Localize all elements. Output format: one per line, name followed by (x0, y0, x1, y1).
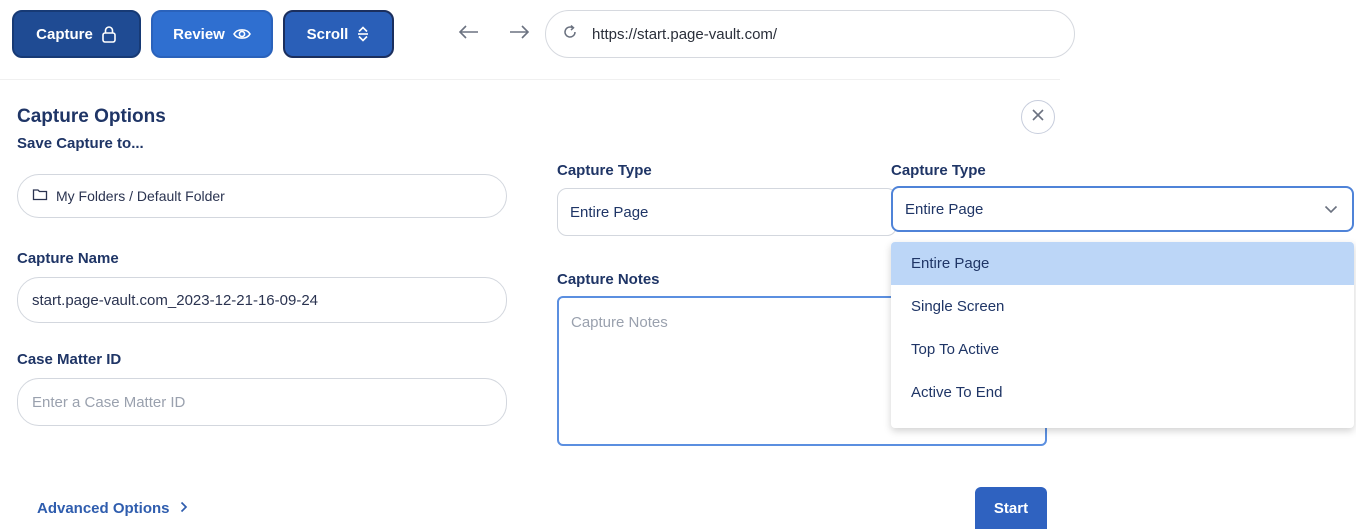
top-toolbar: Capture Review Scroll https://start.page… (0, 0, 1075, 80)
save-to-label: Save Capture to... (17, 135, 144, 152)
close-icon (1031, 108, 1045, 127)
page-title: Capture Options (17, 106, 166, 127)
capture-name-value: start.page-vault.com_2023-12-21-16-09-24 (32, 291, 319, 309)
capture-type-label: Capture Type (557, 162, 652, 179)
chevron-right-icon (180, 500, 188, 517)
dropdown-selected-value: Entire Page (905, 200, 984, 218)
option-single-screen[interactable]: Single Screen (891, 285, 1354, 328)
reload-icon[interactable] (562, 24, 578, 45)
eye-icon (232, 27, 251, 41)
case-matter-label: Case Matter ID (17, 351, 122, 368)
forward-button[interactable] (505, 20, 533, 48)
capture-type-options: Entire Page Single Screen Top To Active … (891, 242, 1354, 428)
review-button-label: Review (173, 25, 225, 43)
back-button[interactable] (455, 20, 483, 48)
advanced-options-link[interactable]: Advanced Options (37, 500, 188, 517)
case-matter-placeholder: Enter a Case Matter ID (32, 393, 186, 411)
capture-name-input[interactable]: start.page-vault.com_2023-12-21-16-09-24 (17, 277, 507, 323)
review-button[interactable]: Review (151, 10, 273, 58)
url-text: https://start.page-vault.com/ (592, 25, 778, 43)
arrow-right-icon (508, 24, 530, 45)
capture-notes-label: Capture Notes (557, 271, 660, 288)
arrow-left-icon (458, 24, 480, 45)
folder-icon (32, 188, 48, 204)
option-active-to-end[interactable]: Active To End (891, 371, 1354, 414)
case-matter-input[interactable]: Enter a Case Matter ID (17, 378, 507, 426)
address-bar[interactable]: https://start.page-vault.com/ (545, 10, 1075, 58)
chevron-down-icon (1324, 201, 1338, 218)
option-top-to-active[interactable]: Top To Active (891, 328, 1354, 371)
start-button-label: Start (993, 499, 1029, 517)
advanced-options-label: Advanced Options (37, 500, 170, 517)
scroll-button-label: Scroll (306, 25, 349, 43)
capture-button[interactable]: Capture (12, 10, 141, 58)
lock-icon (101, 25, 117, 43)
capture-notes-placeholder: Capture Notes (571, 314, 668, 331)
start-button[interactable]: Start (975, 487, 1047, 529)
option-entire-page[interactable]: Entire Page (891, 242, 1354, 285)
folder-picker[interactable]: My Folders / Default Folder (17, 174, 507, 218)
dropdown-capture-type-label: Capture Type (891, 162, 986, 179)
capture-button-label: Capture (36, 25, 93, 43)
close-button[interactable] (1021, 100, 1055, 134)
scroll-button[interactable]: Scroll (283, 10, 394, 58)
capture-type-dropdown[interactable]: Entire Page (891, 186, 1354, 232)
capture-name-label: Capture Name (17, 250, 119, 267)
scroll-arrows-icon (356, 26, 370, 42)
capture-type-value: Entire Page (570, 203, 649, 221)
capture-type-select[interactable]: Entire Page (557, 188, 897, 236)
folder-path: My Folders / Default Folder (56, 188, 225, 204)
